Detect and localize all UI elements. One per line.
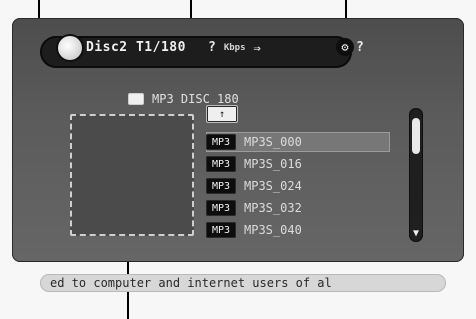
arrow-up-icon: ↑	[206, 105, 238, 123]
disc-icon	[58, 36, 82, 60]
list-item-name: MP3S_000	[244, 135, 302, 149]
mp3-badge-icon: MP3	[206, 156, 236, 172]
list-item-name: MP3S_024	[244, 179, 302, 193]
status-icons: ? Kbps ⇒	[208, 40, 261, 55]
status-kbps: Kbps	[223, 42, 246, 53]
scrollbar[interactable]: ▼	[409, 108, 423, 242]
list-item-name: MP3S_040	[244, 223, 302, 237]
folder-icon	[128, 93, 144, 105]
gear-question: ?	[356, 40, 364, 55]
gear-icon[interactable]: ⚙	[336, 38, 354, 56]
mp3-badge-icon: MP3	[206, 200, 236, 216]
file-list[interactable]: ↑ MP3 MP3S_000 MP3 MP3S_016 MP3 MP3S_024…	[206, 104, 416, 244]
ticker-bar: ed to computer and internet users of al	[40, 274, 446, 292]
thumbnail-frame	[70, 114, 194, 236]
list-item[interactable]: MP3 MP3S_040	[206, 220, 390, 240]
mp3-badge-icon: MP3	[206, 134, 236, 150]
header-title: Disc2 T1/180	[86, 40, 186, 55]
list-item[interactable]: MP3 MP3S_032	[206, 198, 390, 218]
status-arrow: ⇒	[253, 40, 261, 55]
mp3-badge-icon: MP3	[206, 222, 236, 238]
list-item[interactable]: MP3 MP3S_000	[206, 132, 390, 152]
list-item[interactable]: MP3 MP3S_016	[206, 154, 390, 174]
page-root: Disc2 T1/180 ? Kbps ⇒ ⚙ ? MP3 DISC 180 ↑…	[0, 0, 476, 319]
arrow-down-icon[interactable]: ▼	[410, 228, 422, 240]
scrollbar-thumb[interactable]	[412, 118, 420, 154]
list-item-name: MP3S_016	[244, 157, 302, 171]
list-item-name: MP3S_032	[244, 201, 302, 215]
list-item[interactable]: MP3 MP3S_024	[206, 176, 390, 196]
list-item-up[interactable]: ↑	[206, 104, 390, 124]
mp3-badge-icon: MP3	[206, 178, 236, 194]
status-question: ?	[208, 40, 216, 55]
